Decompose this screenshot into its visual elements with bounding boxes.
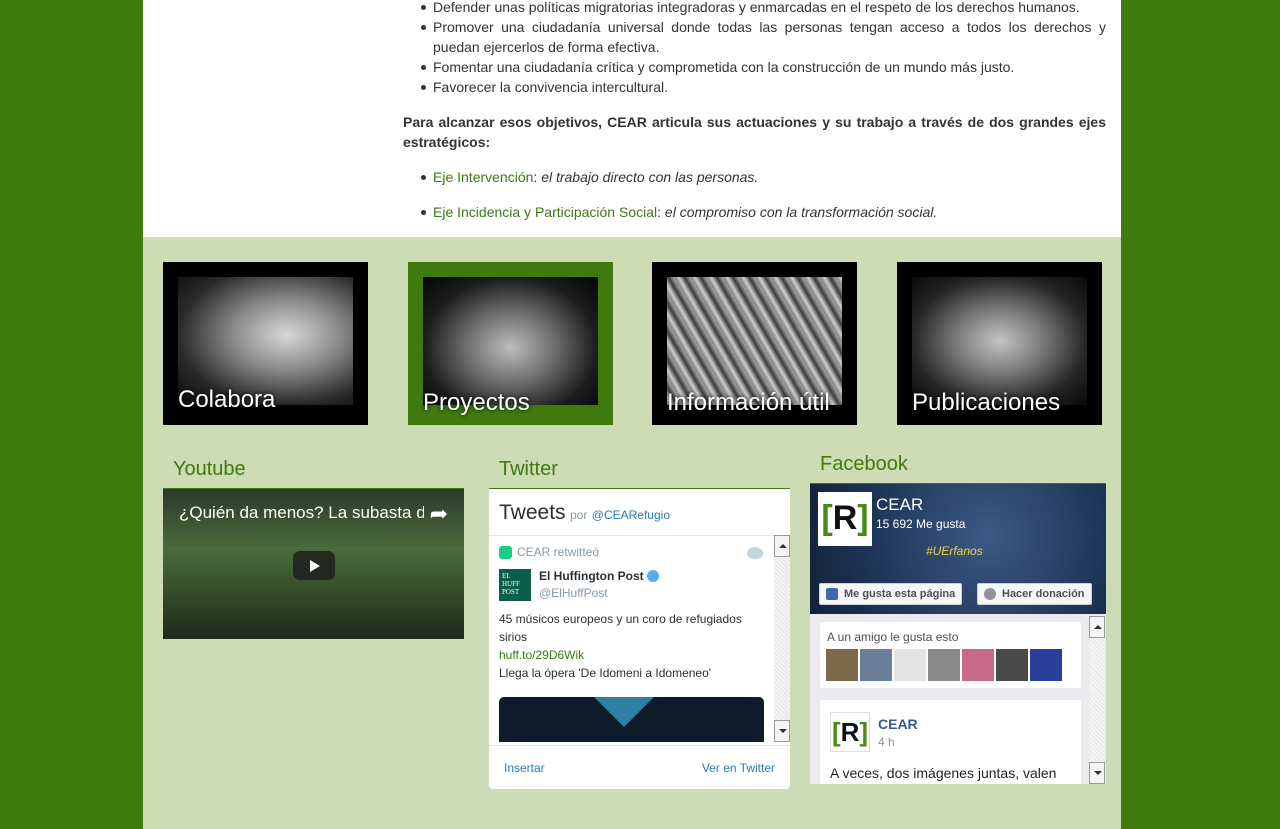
retweet-icon <box>499 545 512 559</box>
tweets-heading: Tweets <box>499 501 566 524</box>
divider <box>489 535 790 536</box>
list-item: Defender unas políticas migratorias inte… <box>403 0 1106 17</box>
scroll-down-icon[interactable] <box>774 720 790 742</box>
author-handle[interactable]: @ElHuffPost <box>539 586 659 600</box>
tile-photo <box>667 277 842 405</box>
avatar[interactable] <box>996 649 1028 681</box>
huffpost-avatar[interactable]: EL HUFF POST <box>499 569 531 601</box>
tile-label: Publicaciones <box>912 389 1061 416</box>
tweet-link[interactable]: huff.to/29D6Wik <box>499 646 764 664</box>
twitter-header: Tweets por @CEARefugio <box>499 501 670 525</box>
tile-label: Proyectos <box>423 389 530 416</box>
facebook-cover[interactable]: [R] CEAR 15 692 Me gusta #UErfanos Me gu… <box>810 484 1106 614</box>
tweet-text-line: Llega la ópera 'De Idomeni a Idomeneo' <box>499 666 712 680</box>
heart-icon <box>984 588 996 600</box>
page-container: Defender unas políticas migratorias inte… <box>143 0 1121 829</box>
tile-colabora[interactable]: Colabora <box>163 262 368 425</box>
twitter-timeline: Tweets por @CEARefugio CEAR retwitteó EL… <box>489 488 790 789</box>
list-item: Eje Intervención: el trabajo directo con… <box>403 167 1106 187</box>
tile-proyectos[interactable]: Proyectos <box>408 262 613 425</box>
like-page-button[interactable]: Me gusta esta página <box>819 583 963 605</box>
scroll-down-icon[interactable] <box>1089 762 1105 784</box>
twitter-title: Twitter <box>499 458 558 480</box>
retweet-line: CEAR retwitteó <box>499 545 764 559</box>
tweet: CEAR retwitteó EL HUFF POST El Huffingto… <box>499 545 764 682</box>
youtube-player[interactable]: ¿Quién da menos? La subasta de la vergüe… <box>163 488 464 639</box>
tweet-text-line: 45 músicos europeos y un coro de refugia… <box>499 612 742 644</box>
tweet-author[interactable]: EL HUFF POST El Huffington Post @ElHuffP… <box>499 569 764 601</box>
friends-like-card: A un amigo le gusta esto <box>820 622 1081 688</box>
video-title[interactable]: ¿Quién da menos? La subasta de la vergüe… <box>179 503 424 523</box>
tile-publicaciones[interactable]: Publicaciones <box>897 262 1102 425</box>
by-label: por <box>569 508 588 522</box>
facebook-feed: A un amigo le gusta esto [R] CEAR 4 h A … <box>810 614 1106 784</box>
post-author[interactable]: CEAR <box>878 716 918 732</box>
tile-label: Colabora <box>178 386 276 413</box>
tile-informacion-util[interactable]: Información útil <box>652 262 857 425</box>
avatar[interactable] <box>928 649 960 681</box>
facebook-scrollbar[interactable] <box>1089 616 1105 784</box>
verified-icon <box>647 570 659 582</box>
avatar[interactable] <box>826 649 858 681</box>
tile-photo <box>912 277 1087 405</box>
avatar[interactable] <box>1030 649 1062 681</box>
axis-description: el trabajo directo con las personas. <box>541 169 759 185</box>
cear-logo[interactable]: [R] <box>830 712 870 752</box>
retweet-label: CEAR retwitteó <box>517 545 600 559</box>
list-item: Eje Incidencia y Participación Social: e… <box>403 202 1106 222</box>
page-name[interactable]: CEAR <box>876 495 923 515</box>
content-area: Defender unas políticas migratorias inte… <box>143 0 1121 237</box>
donate-button[interactable]: Hacer donación <box>977 583 1092 605</box>
like-page-label: Me gusta esta página <box>844 588 956 600</box>
share-icon[interactable]: ➦ <box>430 501 448 527</box>
twitter-handle-link[interactable]: @CEARefugio <box>592 508 670 522</box>
objectives-list: Defender unas políticas migratorias inte… <box>403 0 1106 97</box>
scroll-up-icon[interactable] <box>1089 616 1105 638</box>
tweet-text: 45 músicos europeos y un coro de refugia… <box>499 610 764 682</box>
twitter-footer: Insertar Ver en Twitter <box>489 745 790 790</box>
twitter-scrollbar[interactable] <box>774 535 790 742</box>
tile-photo <box>423 277 598 405</box>
facebook-title: Facebook <box>820 453 908 475</box>
scroll-up-icon[interactable] <box>774 535 790 557</box>
tweet-media[interactable] <box>499 697 764 742</box>
axis-incidencia-link[interactable]: Eje Incidencia y Participación Social <box>433 204 657 220</box>
axis-separator: : <box>657 204 665 220</box>
friends-like-text: A un amigo le gusta esto <box>827 630 959 644</box>
author-name[interactable]: El Huffington Post <box>539 569 644 583</box>
youtube-title: Youtube <box>173 458 246 480</box>
page-likes: 15 692 Me gusta <box>876 517 966 531</box>
facebook-icon <box>826 588 838 600</box>
lead-paragraph: Para alcanzar esos objetivos, CEAR artic… <box>403 114 1106 150</box>
list-item: Fomentar una ciudadanía crítica y compro… <box>403 57 1106 77</box>
view-on-twitter-link[interactable]: Ver en Twitter <box>702 761 775 775</box>
friend-avatars <box>826 649 1062 681</box>
embed-link[interactable]: Insertar <box>504 761 545 775</box>
author-name-row[interactable]: El Huffington Post <box>539 569 659 583</box>
cear-logo[interactable]: [R] <box>818 492 872 546</box>
list-item: Favorecer la convivencia intercultural. <box>403 77 1106 97</box>
list-item: Promover una ciudadanía universal donde … <box>403 17 1106 57</box>
post-text: A veces, dos imágenes juntas, valen <box>830 765 1057 781</box>
avatar[interactable] <box>894 649 926 681</box>
donate-label: Hacer donación <box>1002 588 1085 600</box>
axes-list: Eje Intervención: el trabajo directo con… <box>403 167 1106 222</box>
cover-hashtag: #UErfanos <box>926 544 983 558</box>
tile-label: Información útil <box>667 389 830 416</box>
axis-description: el compromiso con la transformación soci… <box>664 204 938 220</box>
post-time[interactable]: 4 h <box>878 735 895 749</box>
play-icon[interactable] <box>293 551 335 580</box>
avatar[interactable] <box>962 649 994 681</box>
facebook-page-plugin: [R] CEAR 15 692 Me gusta #UErfanos Me gu… <box>810 483 1106 784</box>
avatar[interactable] <box>860 649 892 681</box>
facebook-post: [R] CEAR 4 h A veces, dos imágenes junta… <box>820 700 1081 784</box>
article-text: Defender unas políticas migratorias inte… <box>403 0 1106 222</box>
axis-intervencion-link[interactable]: Eje Intervención <box>433 169 533 185</box>
